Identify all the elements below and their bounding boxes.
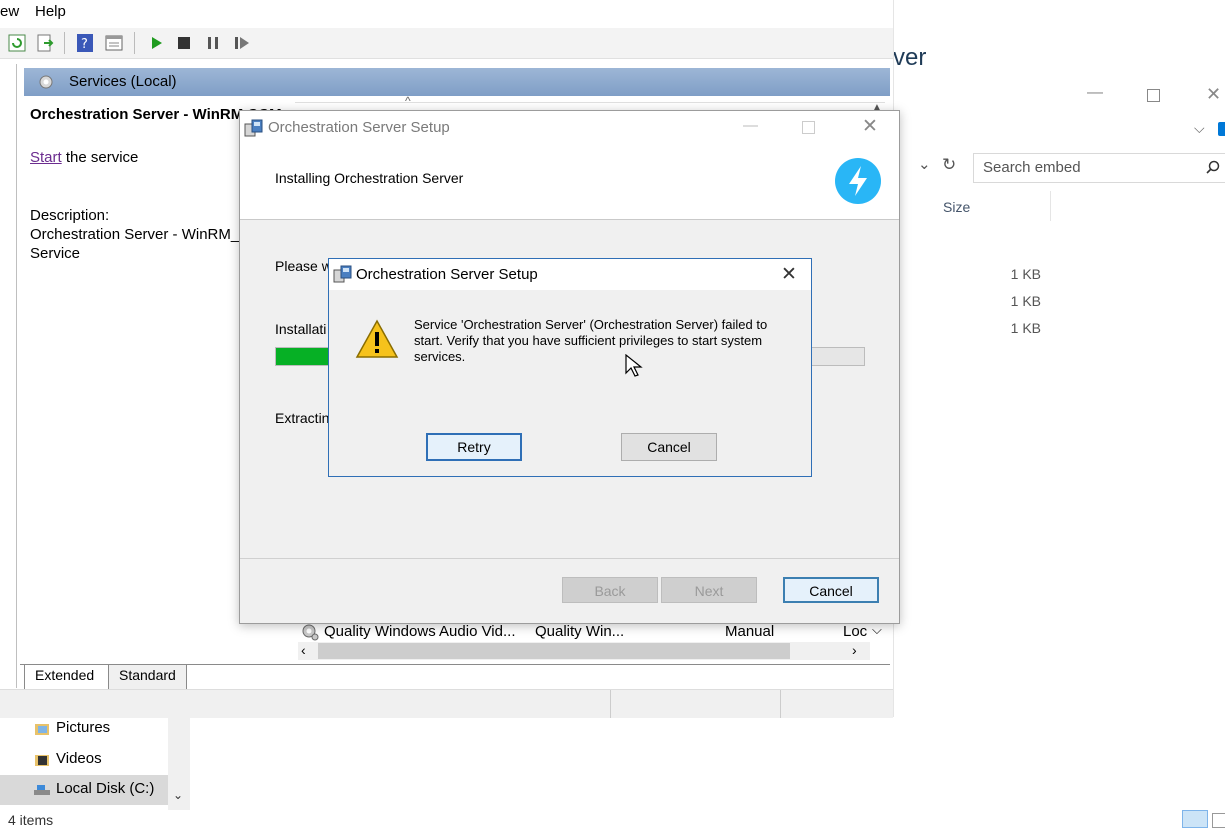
progress-fill (276, 348, 335, 365)
service-description: Quality Win... (535, 623, 625, 640)
search-box[interactable]: Search embed (973, 153, 1225, 183)
mouse-cursor-icon (625, 354, 643, 377)
file-size: 1 KB (1010, 266, 1041, 282)
nav-scrollbar[interactable]: ⌄ (168, 718, 190, 810)
installer-icon (333, 265, 352, 283)
help-icon[interactable]: ? (76, 34, 94, 52)
svg-text:?: ? (81, 37, 88, 52)
file-size: 1 KB (1010, 320, 1041, 336)
details-view-icon[interactable] (1182, 810, 1208, 828)
nav-item-label: Videos (56, 750, 102, 767)
restart-icon[interactable] (233, 34, 251, 52)
nav-item-videos[interactable]: Videos (0, 745, 190, 775)
service-name: Quality Windows Audio Vid... (324, 623, 516, 640)
services-icon (39, 75, 53, 89)
nav-item-label: Pictures (56, 719, 111, 736)
column-divider (1050, 191, 1051, 221)
start-service-link[interactable]: Start (30, 149, 62, 166)
toolbar-separator (64, 32, 65, 54)
status-bar (0, 689, 893, 718)
minimize-icon[interactable]: — (1087, 84, 1103, 102)
close-icon[interactable]: ✕ (862, 115, 878, 138)
back-button[interactable]: Back (562, 577, 658, 603)
address-dropdown-icon[interactable]: ⌄ (918, 155, 931, 173)
nav-item-label: Local Disk (C:) (56, 780, 155, 797)
table-row[interactable]: Quality Windows Audio Vid... Quality Win… (298, 622, 888, 642)
help-icon[interactable] (1218, 122, 1225, 136)
dialog-titlebar: Orchestration Server Setup ✕ (329, 259, 811, 290)
export-list-icon[interactable] (36, 34, 54, 52)
installation-label: Installati (275, 321, 327, 337)
extracting-text: Extractin (275, 410, 330, 426)
dialog-title: Orchestration Server Setup (356, 266, 538, 283)
lightning-logo-icon (835, 158, 881, 204)
please-wait-text: Please w (275, 258, 332, 274)
drive-icon (34, 785, 50, 795)
scroll-right-icon[interactable]: › (852, 642, 857, 658)
tab-standard[interactable]: Standard (108, 665, 187, 689)
file-size: 1 KB (1010, 293, 1041, 309)
error-dialog: Orchestration Server Setup ✕ Service 'Or… (328, 258, 812, 477)
cancel-button[interactable]: Cancel (783, 577, 879, 603)
toolbar-separator (134, 32, 135, 54)
wizard-heading: Installing Orchestration Server (275, 170, 464, 186)
close-icon[interactable]: ✕ (1206, 84, 1221, 105)
installer-icon (244, 119, 263, 137)
start-service-suffix: the service (61, 149, 139, 166)
refresh-icon[interactable] (8, 34, 26, 52)
description-line-1: Orchestration Server - WinRM_S (30, 226, 240, 243)
pane-title: Services (Local) (69, 73, 177, 90)
error-message: Service 'Orchestration Server' (Orchestr… (414, 317, 768, 364)
warning-icon (355, 319, 399, 358)
service-startup-type: Manual (725, 623, 775, 640)
properties-icon[interactable] (105, 34, 123, 52)
menu-item-view[interactable]: ew (0, 3, 19, 20)
button-separator (240, 558, 899, 559)
pane-header: Services (Local) (24, 68, 890, 96)
start-service-text: Start the service (30, 149, 138, 166)
wizard-titlebar: Orchestration Server Setup — ✕ (240, 111, 899, 143)
play-icon[interactable] (148, 34, 166, 52)
next-button[interactable]: Next (661, 577, 757, 603)
description-line-2: Service (30, 245, 81, 262)
minimize-icon[interactable]: — (743, 117, 758, 134)
refresh-icon[interactable]: ↻ (942, 155, 956, 175)
maximize-icon[interactable] (802, 121, 815, 134)
pictures-folder-icon (35, 724, 49, 735)
cancel-button[interactable]: Cancel (621, 433, 717, 461)
nav-item-local-disk[interactable]: Local Disk (C:) (0, 775, 168, 805)
status-divider (610, 690, 611, 718)
menu-bar: ew Help (0, 0, 893, 26)
nav-item-pictures[interactable]: Pictures (0, 714, 190, 744)
close-icon[interactable]: ✕ (781, 263, 797, 286)
search-icon (1206, 160, 1220, 174)
stop-icon[interactable] (175, 34, 193, 52)
service-logon: Loc (843, 623, 868, 640)
wizard-title: Orchestration Server Setup (268, 119, 450, 136)
pause-icon[interactable] (204, 34, 222, 52)
status-divider (780, 690, 781, 718)
chevron-down-icon[interactable]: ⌵ (1194, 120, 1205, 137)
menu-item-help[interactable]: Help (35, 3, 66, 20)
tab-extended[interactable]: Extended (24, 665, 105, 689)
scroll-left-icon[interactable]: ‹ (301, 642, 306, 658)
retry-button[interactable]: Retry (426, 433, 522, 461)
scroll-down-icon[interactable]: ⌄ (173, 788, 183, 802)
maximize-icon[interactable] (1147, 89, 1160, 102)
horizontal-scrollbar[interactable]: ‹ › (298, 642, 870, 660)
scrollbar-thumb[interactable] (318, 643, 790, 659)
search-input[interactable]: Search embed (983, 159, 1081, 176)
wizard-banner: Installing Orchestration Server (240, 143, 899, 220)
description-label: Description: (30, 207, 110, 224)
view-tabs: Extended Standard (20, 664, 890, 689)
scroll-down-icon[interactable]: ⌵ (872, 622, 882, 638)
explorer-title: ver (893, 44, 927, 71)
column-header-size[interactable]: Size (943, 199, 970, 215)
toolbar: ? (0, 28, 893, 59)
console-tree-pane[interactable] (0, 64, 17, 688)
service-gear-icon (302, 624, 319, 641)
videos-folder-icon (35, 755, 49, 766)
